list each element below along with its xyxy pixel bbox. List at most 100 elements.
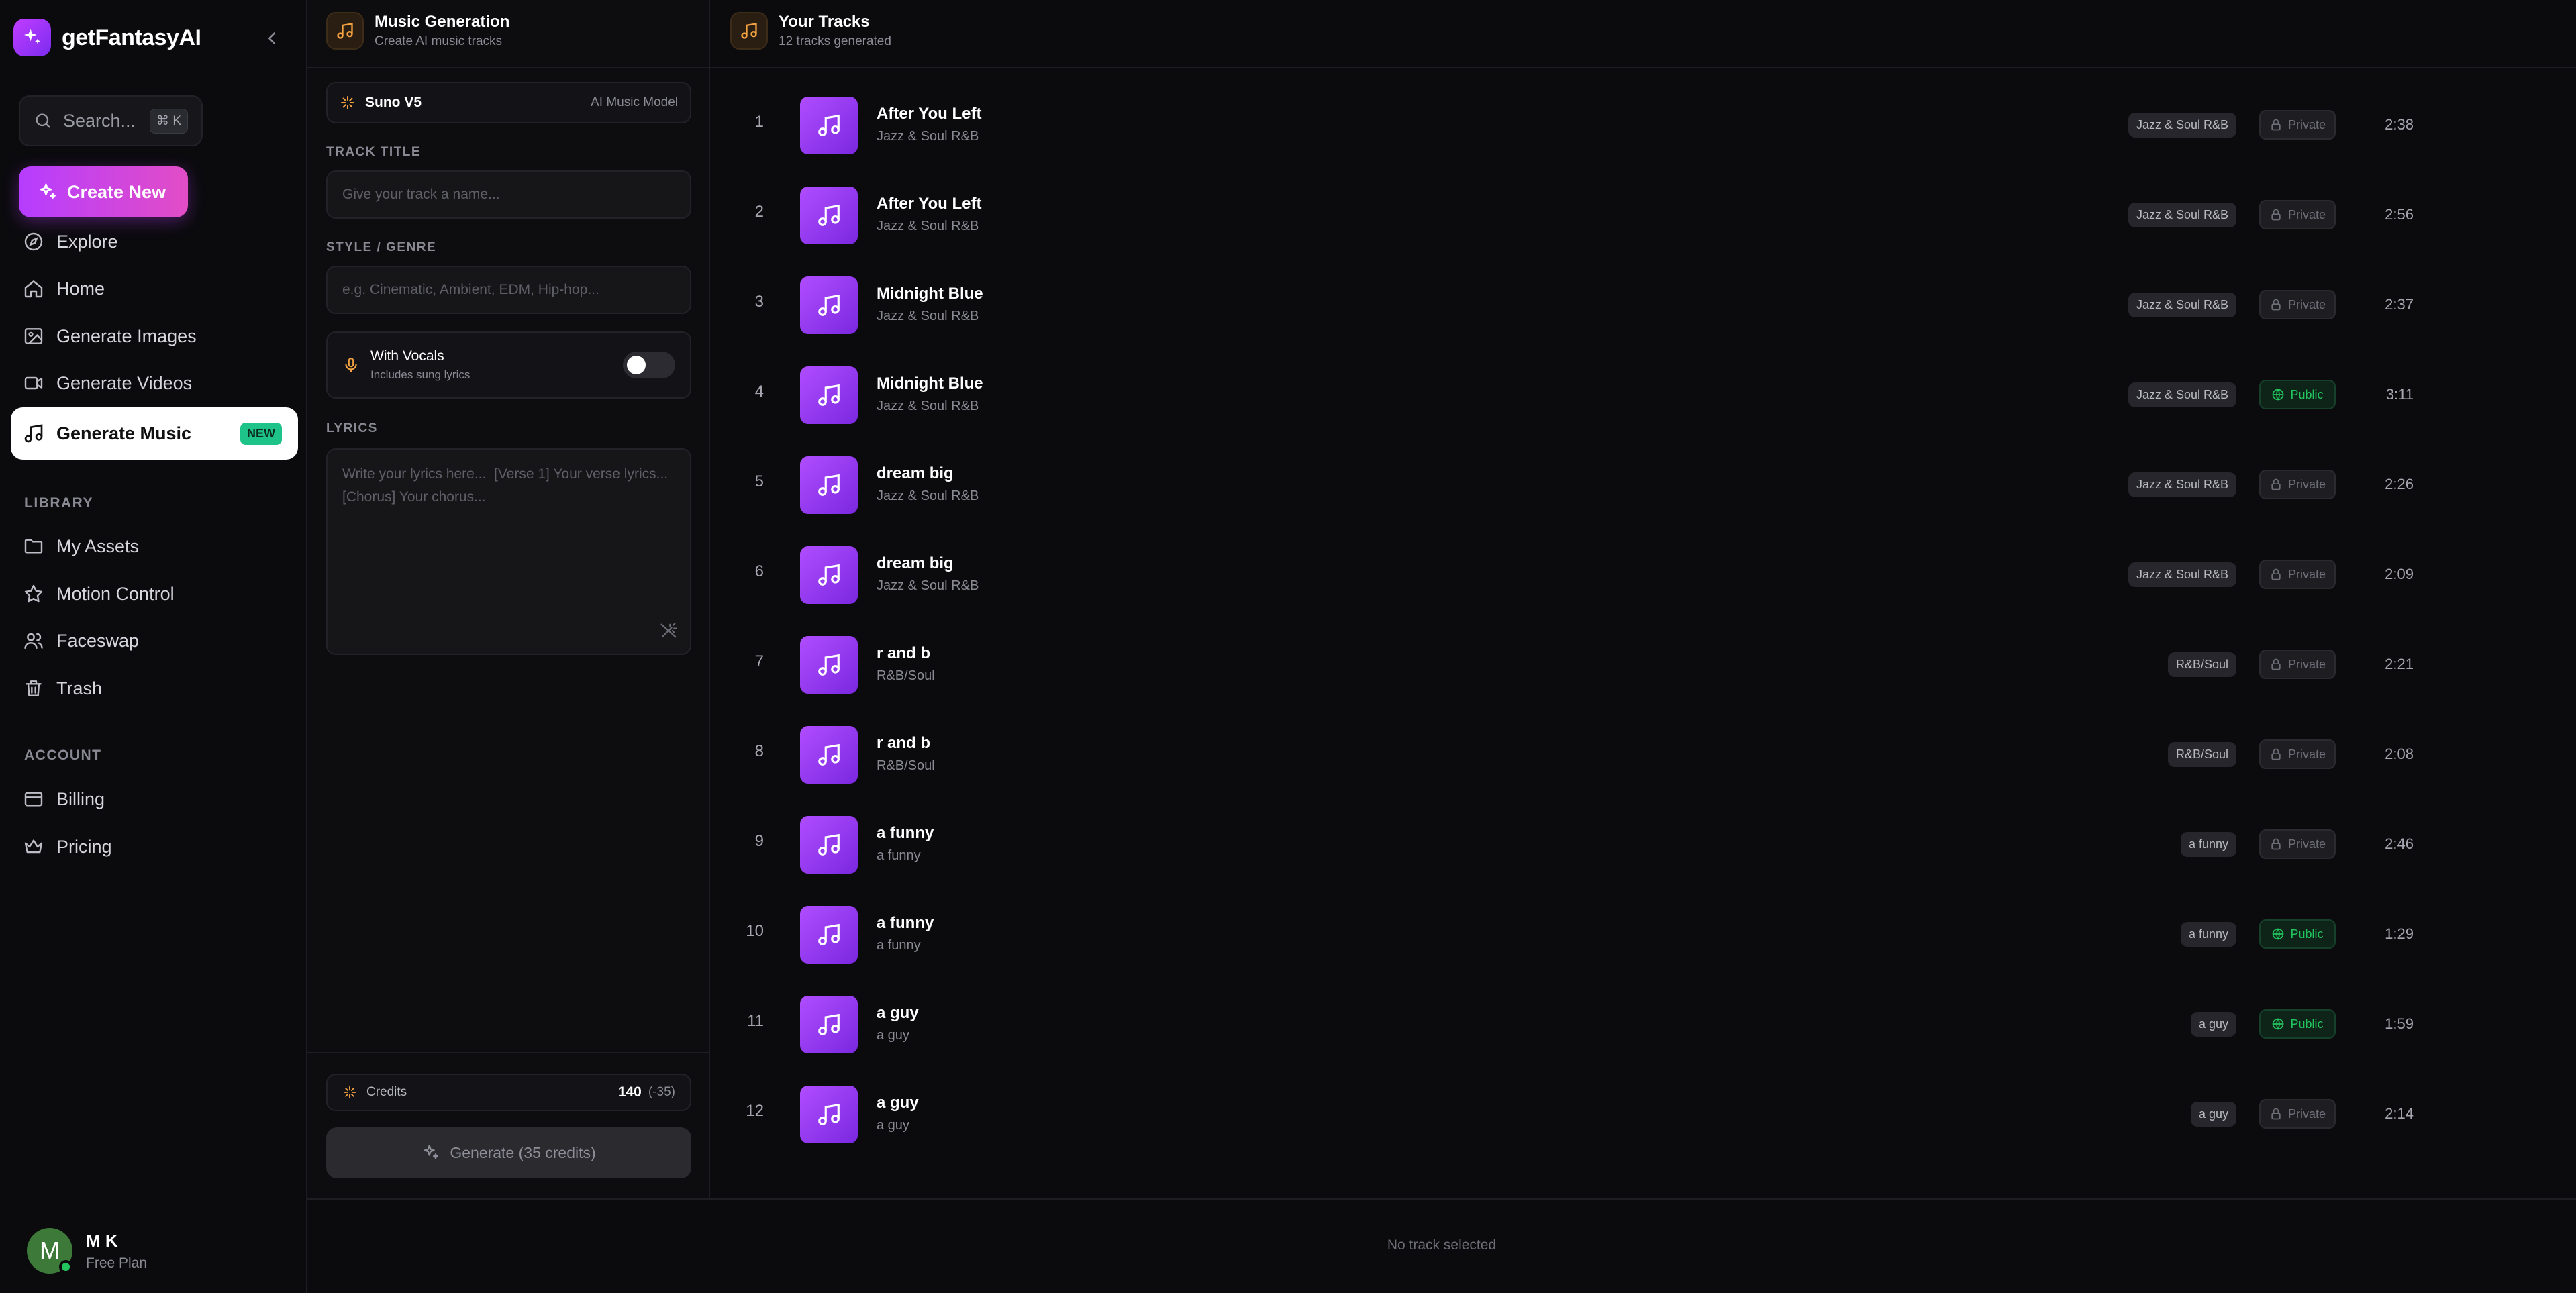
- visibility-label: Private: [2287, 117, 2326, 132]
- brand[interactable]: getFantasyAI: [13, 19, 295, 56]
- model-selector[interactable]: Suno V5 AI Music Model: [326, 82, 691, 123]
- track-number: 9: [754, 832, 764, 850]
- lyrics-input[interactable]: [326, 448, 691, 655]
- visibility-toggle[interactable]: Private: [2259, 290, 2336, 319]
- music-note-icon: [816, 742, 842, 768]
- visibility-label: Private: [2287, 207, 2326, 221]
- track-thumbnail[interactable]: [800, 456, 858, 514]
- credit-card-icon: [23, 788, 44, 810]
- track-title: r and b: [877, 644, 931, 662]
- visibility-toggle[interactable]: Private: [2259, 829, 2336, 859]
- generate-button[interactable]: Generate (35 credits): [326, 1127, 691, 1178]
- nav-generate-videos[interactable]: Generate Videos: [23, 363, 291, 403]
- track-row[interactable]: 6 dream big Jazz & Soul R&B Jazz & Soul R&B…: [710, 541, 2576, 608]
- nav-label: My Assets: [56, 535, 140, 556]
- nav-motion-control[interactable]: Motion Control: [23, 574, 291, 614]
- track-row[interactable]: 12 a guy a guy a guy Private 2:14: [710, 1080, 2576, 1147]
- track-genre: Jazz & Soul R&B: [877, 578, 979, 593]
- vocals-toggle[interactable]: [623, 352, 675, 378]
- track-number: 4: [754, 382, 764, 401]
- track-row[interactable]: 4 Midnight Blue Jazz & Soul R&B Jazz & Soul…: [710, 361, 2576, 428]
- nav-generate-music[interactable]: Generate Music NEW: [11, 407, 298, 460]
- track-duration: 2:26: [2385, 476, 2414, 493]
- magic-wand-icon[interactable]: [659, 621, 678, 640]
- nav-home[interactable]: Home: [23, 268, 291, 309]
- track-row[interactable]: 9 a funny a funny a funny Private 2:46: [710, 811, 2576, 878]
- credits-label: Credits: [366, 1085, 407, 1099]
- nav-label: Faceswap: [56, 630, 140, 651]
- track-row[interactable]: 8 r and b R&B/Soul R&B/Soul Private 2:08: [710, 721, 2576, 788]
- nav-my-assets[interactable]: My Assets: [23, 526, 291, 566]
- visibility-toggle[interactable]: Private: [2259, 470, 2336, 499]
- track-thumbnail[interactable]: [800, 97, 858, 154]
- track-thumbnail[interactable]: [800, 276, 858, 334]
- nav-pricing[interactable]: Pricing: [23, 827, 291, 867]
- globe-icon: [2271, 927, 2285, 941]
- track-title-input[interactable]: [326, 170, 691, 219]
- track-duration: 2:38: [2385, 116, 2414, 133]
- nav-label: Pricing: [56, 836, 112, 857]
- user-name: M K: [86, 1230, 118, 1251]
- track-genre: a guy: [877, 1028, 909, 1043]
- track-duration: 2:56: [2385, 206, 2414, 223]
- music-note-icon: [816, 203, 842, 228]
- track-thumbnail[interactable]: [800, 187, 858, 244]
- player-bar: No track selected: [307, 1198, 2576, 1293]
- track-thumbnail[interactable]: [800, 726, 858, 784]
- account-section-label: ACCOUNT: [24, 747, 102, 763]
- track-title: dream big: [877, 464, 954, 482]
- tracks-count: 12 tracks generated: [779, 34, 891, 48]
- visibility-toggle[interactable]: Private: [2259, 110, 2336, 140]
- style-genre-input[interactable]: [326, 266, 691, 314]
- nav-trash[interactable]: Trash: [23, 668, 291, 709]
- track-row[interactable]: 2 After You Left Jazz & Soul R&B Jazz & Sou…: [710, 181, 2576, 248]
- track-row[interactable]: 1 After You Left Jazz & Soul R&B Jazz & Sou…: [710, 91, 2576, 158]
- nav-explore[interactable]: Explore: [23, 221, 291, 262]
- genre-tag: R&B/Soul: [2167, 652, 2236, 677]
- visibility-toggle[interactable]: Public: [2259, 380, 2336, 409]
- sidebar: getFantasyAI Search... ⌘ K Create New Ex…: [0, 0, 307, 1293]
- nav-label: Motion Control: [56, 583, 175, 604]
- track-thumbnail[interactable]: [800, 906, 858, 964]
- track-thumbnail[interactable]: [800, 366, 858, 424]
- sparkle-icon: [422, 1143, 440, 1162]
- visibility-toggle[interactable]: Public: [2259, 919, 2336, 949]
- music-note-icon: [816, 382, 842, 408]
- visibility-toggle[interactable]: Private: [2259, 1099, 2336, 1129]
- divider: [307, 67, 709, 68]
- track-thumbnail[interactable]: [800, 636, 858, 694]
- visibility-toggle[interactable]: Private: [2259, 560, 2336, 589]
- track-number: 10: [746, 922, 764, 940]
- create-new-button[interactable]: Create New: [19, 166, 188, 217]
- track-thumbnail[interactable]: [800, 1086, 858, 1143]
- track-row[interactable]: 7 r and b R&B/Soul R&B/Soul Private 2:21: [710, 631, 2576, 698]
- track-row[interactable]: 5 dream big Jazz & Soul R&B Jazz & Soul R&B…: [710, 451, 2576, 518]
- visibility-toggle[interactable]: Public: [2259, 1009, 2336, 1039]
- track-thumbnail[interactable]: [800, 996, 858, 1053]
- nav-faceswap[interactable]: Faceswap: [23, 621, 291, 661]
- visibility-toggle[interactable]: Private: [2259, 650, 2336, 679]
- vocals-toggle-row[interactable]: With Vocals Includes sung lyrics: [326, 331, 691, 399]
- track-row[interactable]: 11 a guy a guy a guy Public 1:59: [710, 990, 2576, 1057]
- track-thumbnail[interactable]: [800, 816, 858, 874]
- track-row[interactable]: 10 a funny a funny a funny Public 1:29: [710, 900, 2576, 968]
- collapse-sidebar-icon[interactable]: [262, 28, 282, 48]
- track-number: 2: [754, 203, 764, 221]
- track-genre: Jazz & Soul R&B: [877, 488, 979, 503]
- panel-subtitle: Create AI music tracks: [375, 34, 503, 48]
- user-profile[interactable]: M M K Free Plan: [27, 1225, 282, 1276]
- search-icon: [34, 111, 52, 130]
- genre-tag: Jazz & Soul R&B: [2128, 562, 2236, 587]
- genre-tag: a guy: [2190, 1101, 2236, 1127]
- nav-generate-images[interactable]: Generate Images: [23, 316, 291, 356]
- search-button[interactable]: Search... ⌘ K: [19, 95, 203, 146]
- nav-billing[interactable]: Billing: [23, 779, 291, 819]
- model-tag: AI Music Model: [591, 95, 678, 109]
- track-title: After You Left: [877, 195, 982, 213]
- track-thumbnail[interactable]: [800, 546, 858, 604]
- online-status-dot: [59, 1260, 72, 1274]
- visibility-toggle[interactable]: Private: [2259, 739, 2336, 769]
- track-row[interactable]: 3 Midnight Blue Jazz & Soul R&B Jazz & Soul…: [710, 271, 2576, 338]
- visibility-toggle[interactable]: Private: [2259, 200, 2336, 229]
- vocals-title: With Vocals: [370, 348, 444, 364]
